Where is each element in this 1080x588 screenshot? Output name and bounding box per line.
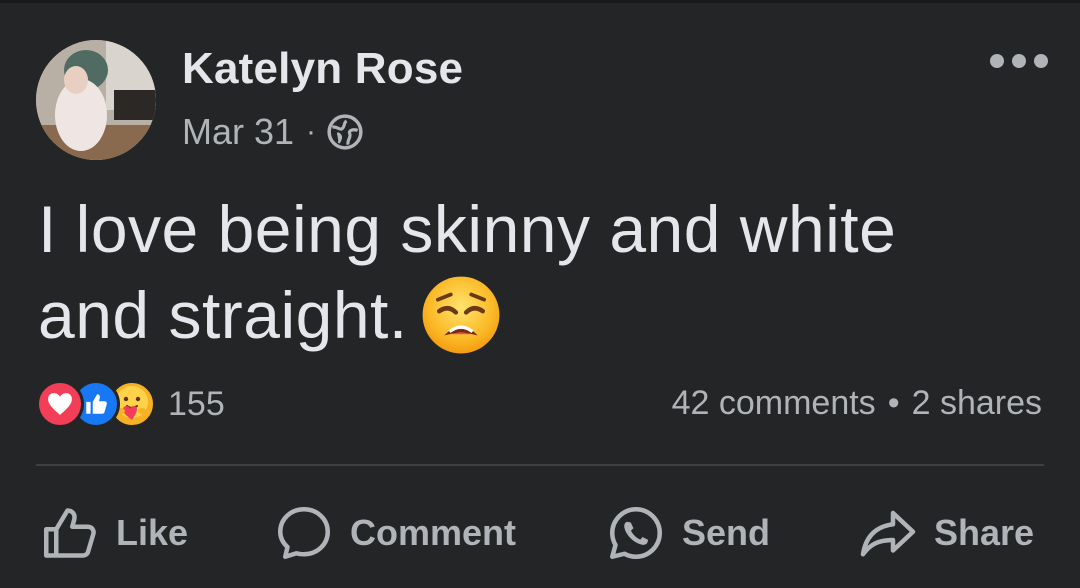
- whatsapp-send-icon: [610, 507, 662, 559]
- post-meta: Mar 31 ·: [182, 111, 364, 153]
- post-text-line2: and straight.: [38, 272, 1048, 358]
- like-button[interactable]: Like: [40, 498, 188, 568]
- comment-button[interactable]: Comment: [274, 498, 516, 568]
- post-text-line: I love being skinny and white: [38, 192, 897, 266]
- love-reaction-icon: [36, 380, 84, 428]
- post-text-line: and straight.: [38, 278, 408, 352]
- more-dot-icon: [990, 54, 1004, 68]
- stats-separator: •: [887, 384, 900, 422]
- share-label: Share: [934, 512, 1035, 553]
- thumbs-up-icon: [44, 508, 96, 558]
- more-dot-icon: [1034, 54, 1048, 68]
- like-label: Like: [116, 512, 189, 553]
- reactions-summary[interactable]: 155: [36, 378, 225, 430]
- author-name[interactable]: Katelyn Rose: [182, 44, 463, 94]
- send-button[interactable]: Send: [606, 498, 770, 568]
- comments-count-link[interactable]: 42 comments: [672, 384, 876, 423]
- shares-count-link[interactable]: 2 shares: [912, 384, 1042, 423]
- avatar[interactable]: [36, 40, 156, 160]
- actions-divider: [36, 464, 1044, 466]
- send-label: Send: [682, 512, 771, 553]
- reaction-count: 155: [168, 384, 225, 423]
- share-arrow-icon: [860, 510, 916, 557]
- share-button[interactable]: Share: [858, 498, 1034, 568]
- post-actions-bar: Like Comment Send Share: [36, 498, 1044, 568]
- comment-label: Comment: [350, 512, 517, 553]
- engagement-stats: 42 comments • 2 shares: [672, 384, 1042, 423]
- more-dot-icon: [1012, 54, 1026, 68]
- post-date[interactable]: Mar 31: [182, 111, 294, 153]
- globe-icon: [326, 113, 364, 151]
- top-divider: [0, 0, 1080, 3]
- more-options-button[interactable]: [990, 54, 1048, 68]
- post-text: I love being skinny and white and straig…: [38, 186, 1048, 358]
- comment-bubble-icon: [278, 507, 330, 559]
- weary-face-emoji-icon: [420, 274, 502, 356]
- meta-separator: ·: [306, 115, 317, 148]
